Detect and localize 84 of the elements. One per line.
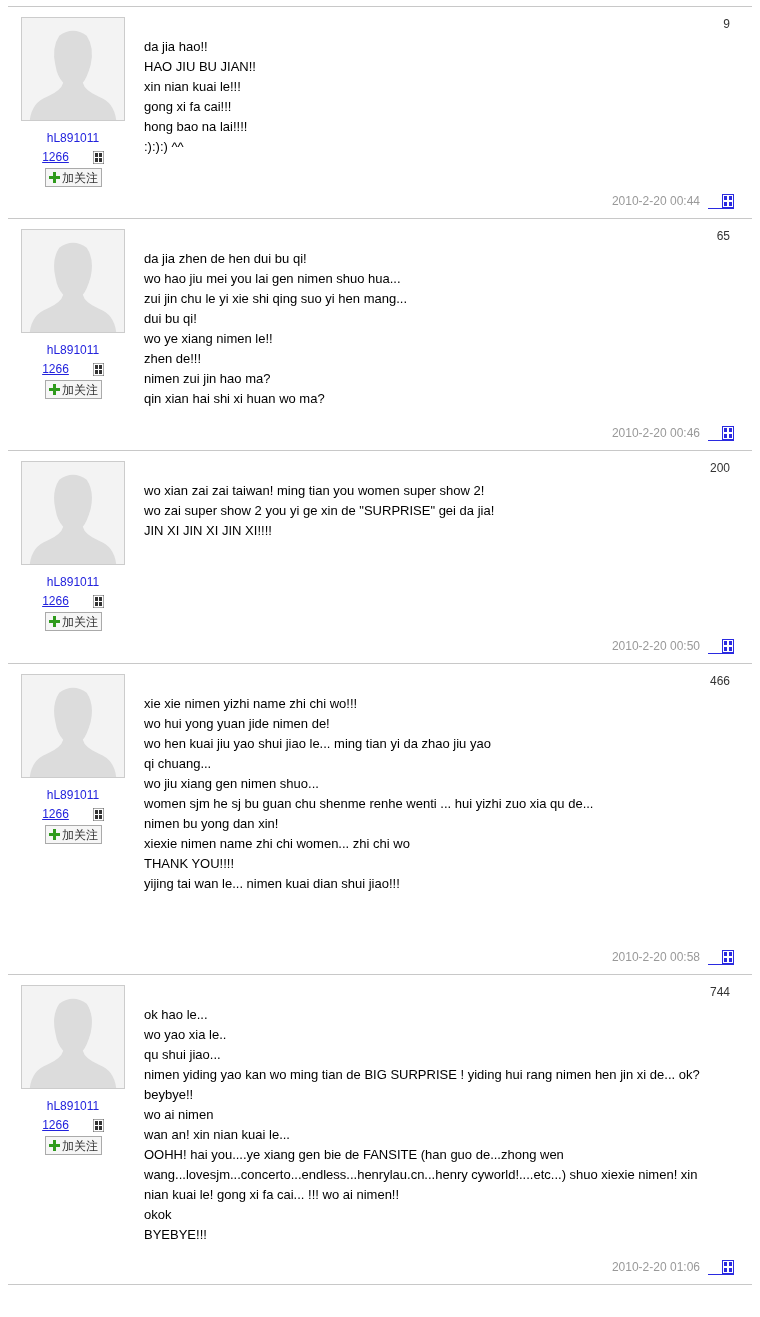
post-text-line: hong bao na lai!!!! bbox=[144, 118, 249, 136]
floor-number: 200 bbox=[709, 461, 730, 475]
post-text-line: xie xie nimen yizhi name zhi chi wo!!! bbox=[144, 695, 359, 713]
post-text-line: BYEBYE!!! bbox=[144, 1226, 208, 1244]
post-timestamp: 2010-2-20 00:46 bbox=[611, 425, 700, 442]
post-text-line: wo xian zai zai taiwan! ming tian you women super show 2! bbox=[144, 482, 486, 500]
post-timestamp: 2010-2-20 00:58 bbox=[611, 949, 700, 966]
id-card-icon bbox=[92, 362, 104, 376]
post-text-line: da jia hao!! bbox=[144, 38, 209, 56]
post-text-line: okok bbox=[144, 1206, 173, 1224]
plus-icon bbox=[48, 1140, 60, 1151]
post-text-line: OOHH! hai you....ye xiang gen bie de FANSITE (han guo de...zhong wen bbox=[144, 1146, 565, 1164]
post-text-line: nimen zui jin hao ma? bbox=[144, 370, 272, 388]
plus-icon bbox=[48, 384, 60, 395]
id-card-icon bbox=[92, 807, 104, 821]
reply-icon[interactable] bbox=[722, 949, 734, 964]
reply-icon[interactable] bbox=[722, 193, 734, 208]
post-text-line: qu shui jiao... bbox=[144, 1046, 222, 1064]
floor-number: 744 bbox=[709, 985, 730, 999]
post-text-line: women sjm he sj bu guan chu shenme renhe wenti ... hui yizhi zuo xia qu de... bbox=[144, 795, 595, 813]
post-text-line: nimen bu yong dan xin! bbox=[144, 815, 280, 833]
post-text-line: qin xian hai shi xi huan wo ma? bbox=[144, 390, 326, 408]
post-text-line: xin nian kuai le!!! bbox=[144, 78, 242, 96]
post-text-line: qi chuang... bbox=[144, 755, 213, 773]
post-text-line: wo ai nimen bbox=[144, 1106, 215, 1124]
username[interactable]: hL891011 bbox=[46, 1098, 100, 1115]
reply-link[interactable] bbox=[708, 949, 734, 965]
username[interactable]: hL891011 bbox=[46, 342, 100, 359]
post-timestamp: 2010-2-20 00:44 bbox=[611, 193, 700, 210]
plus-icon bbox=[48, 829, 60, 840]
post-text-line: HAO JIU BU JIAN!! bbox=[144, 58, 257, 76]
floor-number: 466 bbox=[709, 674, 730, 688]
post-text-line: wo hui yong yuan jide nimen de! bbox=[144, 715, 331, 733]
post-timestamp: 2010-2-20 01:06 bbox=[611, 1259, 700, 1276]
reply-link[interactable] bbox=[708, 193, 734, 209]
post-count-link[interactable]: 1266 bbox=[42, 806, 69, 822]
post-text-line: da jia zhen de hen dui bu qi! bbox=[144, 250, 308, 268]
reply-link[interactable] bbox=[708, 638, 734, 654]
reply-icon[interactable] bbox=[722, 638, 734, 653]
post-text-line: wo jiu xiang gen nimen shuo... bbox=[144, 775, 320, 793]
post-text-line: wo yao xia le.. bbox=[144, 1026, 228, 1044]
follow-button[interactable]: 加关注 bbox=[44, 168, 102, 187]
plus-icon bbox=[48, 616, 60, 627]
post-text-line: :):):) ^^ bbox=[144, 138, 185, 156]
post-text-line: wo hen kuai jiu yao shui jiao le... ming tian yi da zhao jiu yao bbox=[144, 735, 492, 753]
reply-icon[interactable] bbox=[722, 425, 734, 440]
username[interactable]: hL891011 bbox=[46, 574, 100, 591]
reply-link[interactable] bbox=[708, 425, 734, 441]
post-text-line: yijing tai wan le... nimen kuai dian shui jiao!!! bbox=[144, 875, 401, 893]
post-text-line: nimen yiding yao kan wo ming tian de BIG SURPRISE ! yiding hui rang nimen hen jin xi de... ok? bbox=[144, 1066, 701, 1084]
plus-icon bbox=[48, 172, 60, 183]
post-text-line: gong xi fa cai!!! bbox=[144, 98, 233, 116]
id-card-icon bbox=[92, 1118, 104, 1132]
post-text-line: zui jin chu le yi xie shi qing suo yi hen mang... bbox=[144, 290, 409, 308]
reply-link[interactable] bbox=[708, 1259, 734, 1275]
post-text-line: JIN XI JIN XI JIN XI!!!! bbox=[144, 522, 273, 540]
post-text-line: beybye!! bbox=[144, 1086, 195, 1104]
username[interactable]: hL891011 bbox=[46, 130, 100, 147]
post-text-line: zhen de!!! bbox=[144, 350, 203, 368]
post-count-link[interactable]: 1266 bbox=[42, 149, 69, 165]
post-text-line: wo zai super show 2 you yi ge xin de "SURPRISE" gei da jia! bbox=[144, 502, 496, 520]
post-count-link[interactable]: 1266 bbox=[42, 1117, 69, 1133]
post-text-line: wo hao jiu mei you lai gen nimen shuo hua... bbox=[144, 270, 402, 288]
follow-button[interactable]: 加关注 bbox=[44, 612, 102, 631]
post-text-line: nian kuai le! gong xi fa cai... !!! wo ai nimen!! bbox=[144, 1186, 401, 1204]
post-count-link[interactable]: 1266 bbox=[42, 593, 69, 609]
post-text-line: xiexie nimen name zhi chi women... zhi chi wo bbox=[144, 835, 411, 853]
floor-number: 65 bbox=[716, 229, 730, 243]
post-text-line: wang...lovesjm...concerto...endless...henrylau.cn...henry cyworld!....etc...) shuo xiexie nimen! xin bbox=[144, 1166, 699, 1184]
follow-button[interactable]: 加关注 bbox=[44, 380, 102, 399]
post-text-line: dui bu qi! bbox=[144, 310, 198, 328]
reply-icon[interactable] bbox=[722, 1259, 734, 1274]
id-card-icon bbox=[92, 150, 104, 164]
post-count-link[interactable]: 1266 bbox=[42, 361, 69, 377]
floor-number: 9 bbox=[723, 17, 730, 31]
post-text-line: ok hao le... bbox=[144, 1006, 209, 1024]
username[interactable]: hL891011 bbox=[46, 787, 100, 804]
post-timestamp: 2010-2-20 00:50 bbox=[611, 638, 700, 655]
follow-button[interactable]: 加关注 bbox=[44, 1136, 102, 1155]
id-card-icon bbox=[92, 594, 104, 608]
follow-button[interactable]: 加关注 bbox=[44, 825, 102, 844]
post-text-line: wo ye xiang nimen le!! bbox=[144, 330, 274, 348]
post-text-line: THANK YOU!!!! bbox=[144, 855, 236, 873]
post-text-line: wan an! xin nian kuai le... bbox=[144, 1126, 291, 1144]
